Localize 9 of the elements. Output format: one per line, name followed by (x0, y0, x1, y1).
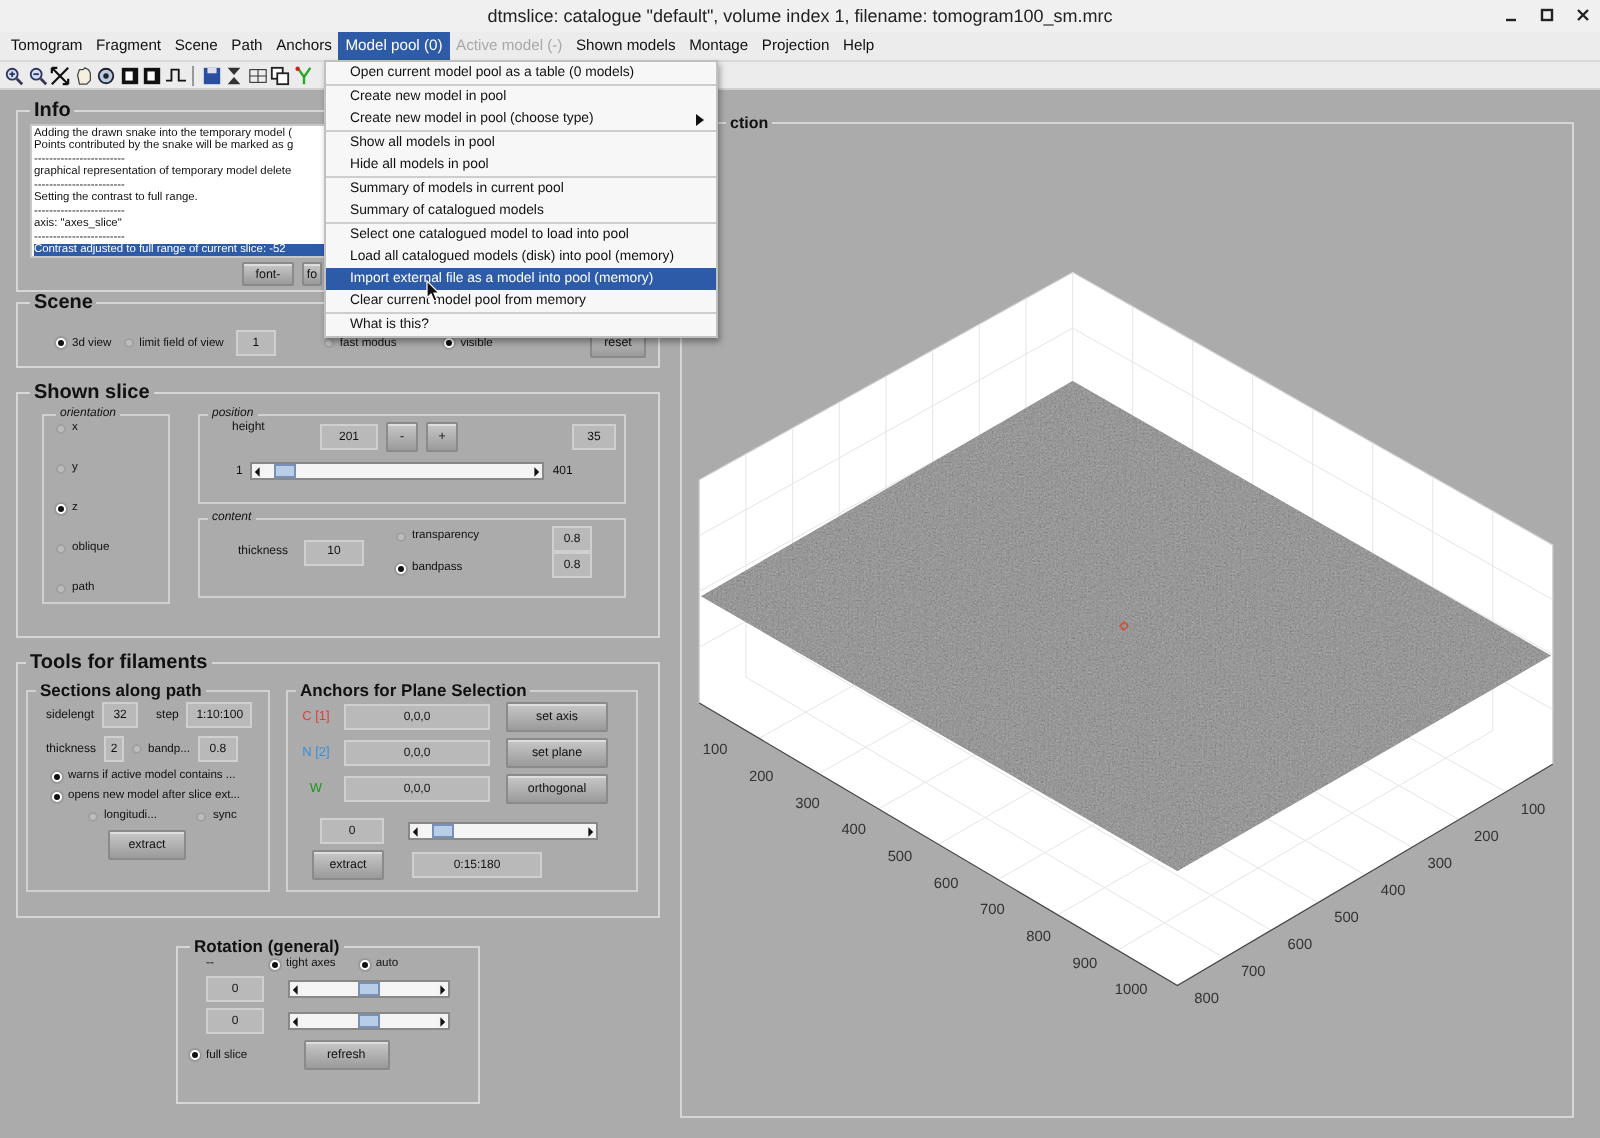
panel-title: Tools for filaments (28, 652, 210, 674)
panel-title: Shown slice (32, 382, 152, 404)
panel-title: Info (32, 100, 73, 122)
group-title: Anchors for Plane Selection (298, 680, 529, 702)
window-title: dtmslice: catalogue "default", volume index 1, filename: tomogram100_sm.mrc (487, 6, 1113, 26)
group-title: Sections along path (38, 680, 204, 702)
panel-title: Rotation (general) (192, 936, 342, 957)
panel-title: ction (728, 112, 771, 134)
panel-title: Scene (32, 292, 95, 314)
